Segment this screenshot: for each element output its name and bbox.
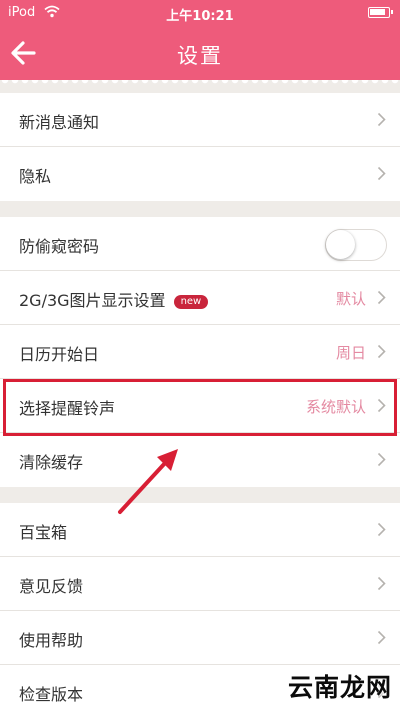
settings-item-help[interactable]: 使用帮助 (0, 611, 400, 665)
settings-item-label: 检查版本 (19, 685, 84, 704)
chevron-right-icon (377, 452, 386, 467)
settings-item-label: 百宝箱 (19, 523, 68, 542)
settings-item-label: 选择提醒铃声 (19, 399, 116, 418)
settings-group-2: 防偷窥密码 2G/3G图片显示设置 new 默认 日历开始日 周日 选择提醒铃声 … (0, 217, 400, 487)
settings-item-value: 系统默认 (305, 398, 366, 416)
settings-item-label: 防偷窥密码 (19, 237, 100, 256)
settings-item-label: 新消息通知 (19, 113, 100, 132)
new-badge: new (173, 295, 209, 309)
settings-item-label: 2G/3G图片显示设置 (19, 291, 166, 310)
nav-bar: 设置 (0, 26, 400, 80)
chevron-right-icon (377, 290, 386, 305)
watermark: 云南龙网 (287, 673, 392, 702)
settings-item-new-message-notification[interactable]: 新消息通知 (0, 93, 400, 147)
settings-item-feedback[interactable]: 意见反馈 (0, 557, 400, 611)
lace-divider (0, 80, 400, 86)
settings-item-treasure-box[interactable]: 百宝箱 (0, 503, 400, 557)
chevron-right-icon (377, 576, 386, 591)
settings-item-label: 使用帮助 (19, 631, 84, 650)
settings-item-label: 清除缓存 (19, 453, 84, 472)
anti-peep-password-toggle[interactable] (325, 229, 387, 261)
page-title: 设置 (177, 44, 223, 68)
chevron-right-icon (377, 112, 386, 127)
chevron-right-icon (377, 398, 386, 413)
settings-item-value: 周日 (335, 344, 366, 362)
settings-item-reminder-ringtone[interactable]: 选择提醒铃声 系统默认 (0, 379, 400, 433)
chevron-right-icon (377, 166, 386, 181)
status-bar: iPod 上午10:21 (0, 0, 400, 26)
chevron-right-icon (377, 630, 386, 645)
settings-item-label: 意见反馈 (19, 577, 84, 596)
settings-item-clear-cache[interactable]: 清除缓存 (0, 433, 400, 487)
settings-item-image-display[interactable]: 2G/3G图片显示设置 new 默认 (0, 271, 400, 325)
toggle-knob (326, 230, 355, 259)
settings-item-calendar-start-day[interactable]: 日历开始日 周日 (0, 325, 400, 379)
settings-item-label: 隐私 (19, 167, 52, 186)
chevron-right-icon (377, 522, 386, 537)
settings-item-value: 默认 (335, 290, 366, 308)
settings-item-anti-peep-password: 防偷窥密码 (0, 217, 400, 271)
settings-group-1: 新消息通知 隐私 (0, 93, 400, 201)
status-time: 上午10:21 (166, 9, 234, 24)
chevron-right-icon (377, 344, 386, 359)
settings-item-privacy[interactable]: 隐私 (0, 147, 400, 201)
settings-item-label: 日历开始日 (19, 345, 100, 364)
battery-icon (368, 7, 393, 18)
